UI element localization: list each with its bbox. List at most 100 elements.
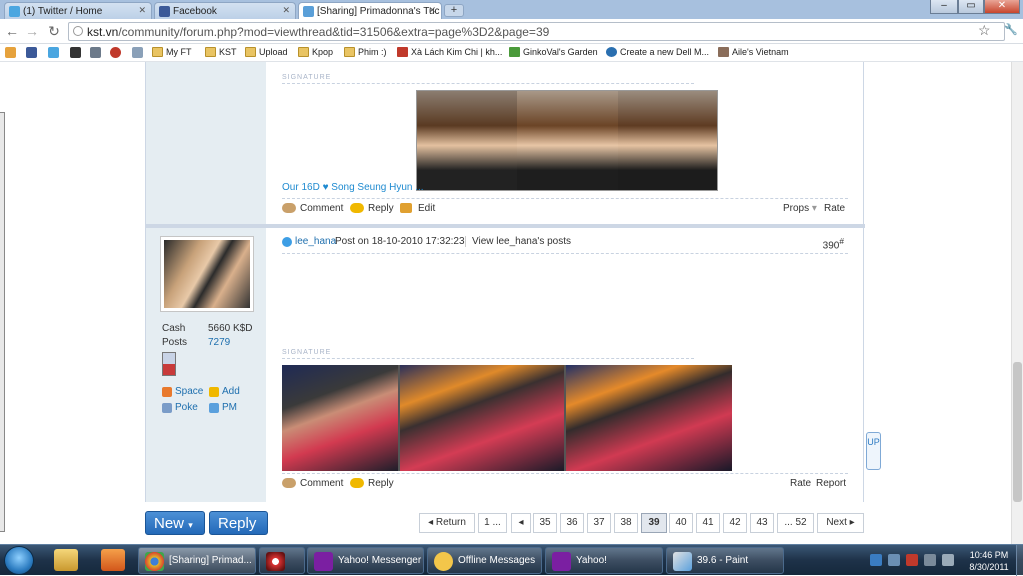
reply-button[interactable]: Reply [350, 478, 394, 489]
post1-signature-link[interactable]: Our 16D ♥ Song Seung Hyun ... [282, 182, 424, 193]
wrench-icon[interactable]: 🔧 [1004, 23, 1018, 36]
task-chrome[interactable]: [Sharing] Primad... [138, 547, 256, 574]
pager-row: New ▾ Reply ◂ Return 1 ... ◂ 35 36 37 38… [0, 508, 1011, 544]
bookmark-my-ft[interactable]: My FT [152, 47, 192, 57]
maximize-button[interactable]: ▭ [958, 0, 984, 14]
posts-value[interactable]: 7279 [208, 337, 230, 348]
forward-button[interactable]: → [24, 23, 40, 39]
add-friend-link[interactable]: Add [209, 386, 240, 397]
edit-button[interactable]: Edit [400, 203, 435, 214]
task-label: Offline Messages [458, 555, 536, 566]
site-icon [509, 47, 520, 57]
address-bar[interactable]: kst.vn/community/forum.php?mod=viewthrea… [68, 22, 1005, 41]
tray-icon[interactable] [888, 554, 900, 566]
poke-label: Poke [175, 402, 198, 413]
star-icon[interactable]: ☆ [978, 22, 991, 39]
home-icon [162, 387, 172, 397]
bookmark-kpop[interactable]: Kpop [298, 47, 333, 57]
page-36[interactable]: 36 [560, 513, 584, 533]
page-39-current[interactable]: 39 [641, 513, 667, 533]
task-yahoo[interactable]: Yahoo! [545, 547, 663, 574]
back-button[interactable]: ← [4, 23, 20, 39]
bookmark-icon[interactable] [90, 47, 101, 58]
minimize-button[interactable]: – [930, 0, 958, 14]
quicklaunch-icon[interactable] [101, 549, 125, 571]
view-posts-link[interactable]: View lee_hana's posts [472, 236, 571, 247]
post-floor-number[interactable]: 390# [823, 236, 844, 251]
task-paint[interactable]: 39.6 - Paint [666, 547, 784, 574]
clock[interactable]: 10:46 PM 8/30/2011 [964, 549, 1014, 573]
new-thread-button[interactable]: New ▾ [145, 511, 205, 535]
page-42[interactable]: 42 [723, 513, 747, 533]
task-app[interactable] [259, 547, 305, 574]
page-40[interactable]: 40 [669, 513, 693, 533]
page-first[interactable]: 1 ... [478, 513, 507, 533]
close-icon[interactable]: ✕ [138, 5, 146, 16]
network-icon[interactable] [924, 554, 936, 566]
props-label: Props [783, 203, 810, 214]
bookmark-xa-lach[interactable]: Xà Lách Kim Chi | kh... [397, 47, 502, 57]
rate-button[interactable]: Rate [790, 478, 811, 489]
pm-link[interactable]: PM [209, 402, 237, 413]
start-button[interactable] [4, 546, 34, 575]
rate-button[interactable]: Rate [824, 203, 845, 214]
tab-twitter[interactable]: (1) Twitter / Home ✕ [4, 2, 152, 19]
page-37[interactable]: 37 [587, 513, 611, 533]
page-43[interactable]: 43 [750, 513, 774, 533]
thread-container: SIGNATURE Our 16D ♥ Song Seung Hyun ... … [145, 62, 865, 502]
comment-button[interactable]: Comment [282, 478, 343, 489]
bookmark-upload[interactable]: Upload [245, 47, 288, 57]
bookmark-aile[interactable]: Aile's Vietnam [718, 47, 789, 57]
show-desktop-button[interactable] [1016, 545, 1023, 576]
task-yahoo-messenger[interactable]: Yahoo! Messenger [307, 547, 424, 574]
page-scrollbar[interactable] [1011, 62, 1023, 544]
bookmark-label: Kpop [312, 47, 334, 57]
bookmark-label: KST [219, 47, 237, 57]
facebook-bookmark-icon[interactable] [26, 47, 37, 58]
bookmark-icon[interactable] [70, 47, 81, 58]
post2-author[interactable]: lee_hana [295, 236, 336, 247]
task-offline-messages[interactable]: Offline Messages [427, 547, 542, 574]
tab-forum[interactable]: [Sharing] Primadonna's Tuc ✕ [298, 2, 442, 20]
page-prev[interactable]: ◂ [511, 513, 531, 533]
new-tab-button[interactable]: + [444, 4, 464, 17]
bookmark-ginkoval[interactable]: GinkoVal's Garden [509, 47, 598, 57]
props-button[interactable]: Props ▾ [783, 203, 817, 214]
poke-link[interactable]: Poke [162, 402, 198, 413]
tray-icon[interactable] [870, 554, 882, 566]
next-button[interactable]: Next ▸ [817, 513, 864, 533]
explorer-icon[interactable] [54, 549, 78, 571]
tray-icon[interactable] [906, 554, 918, 566]
scroll-up-button[interactable]: UP [866, 432, 881, 470]
comment-button[interactable]: Comment [282, 203, 343, 214]
volume-icon[interactable] [942, 554, 954, 566]
page-last[interactable]: ... 52 [777, 513, 814, 533]
space-link[interactable]: Space [162, 386, 203, 397]
avatar[interactable] [160, 236, 254, 312]
close-icon[interactable]: ✕ [428, 5, 436, 16]
report-button[interactable]: Report [816, 478, 846, 489]
page-35[interactable]: 35 [533, 513, 557, 533]
bookmark-kst[interactable]: KST [205, 47, 237, 57]
apps-icon[interactable] [5, 47, 16, 58]
reply-thread-button[interactable]: Reply [209, 511, 268, 535]
cash-label: Cash [162, 323, 186, 334]
comment-label: Comment [300, 478, 344, 489]
bookmark-phim[interactable]: Phim :) [344, 47, 387, 57]
twitter-bookmark-icon[interactable] [48, 47, 59, 58]
close-window-button[interactable]: ✕ [984, 0, 1020, 14]
medal-icon[interactable] [162, 352, 176, 376]
reply-button[interactable]: Reply [350, 203, 394, 214]
scrollbar-thumb[interactable] [1013, 362, 1022, 502]
tab-label: [Sharing] Primadonna's Tuc [317, 6, 440, 17]
tab-facebook[interactable]: Facebook ✕ [154, 2, 296, 19]
bookmark-dell[interactable]: Create a new Dell M... [606, 47, 709, 57]
return-button[interactable]: ◂ Return [419, 513, 475, 533]
reload-button[interactable]: ↻ [46, 23, 62, 40]
page-38[interactable]: 38 [614, 513, 638, 533]
bookmark-icon[interactable] [110, 47, 121, 58]
bookmark-icon[interactable] [132, 47, 143, 58]
close-icon[interactable]: ✕ [282, 5, 290, 16]
page-41[interactable]: 41 [696, 513, 720, 533]
posts-label: Posts [162, 337, 188, 348]
